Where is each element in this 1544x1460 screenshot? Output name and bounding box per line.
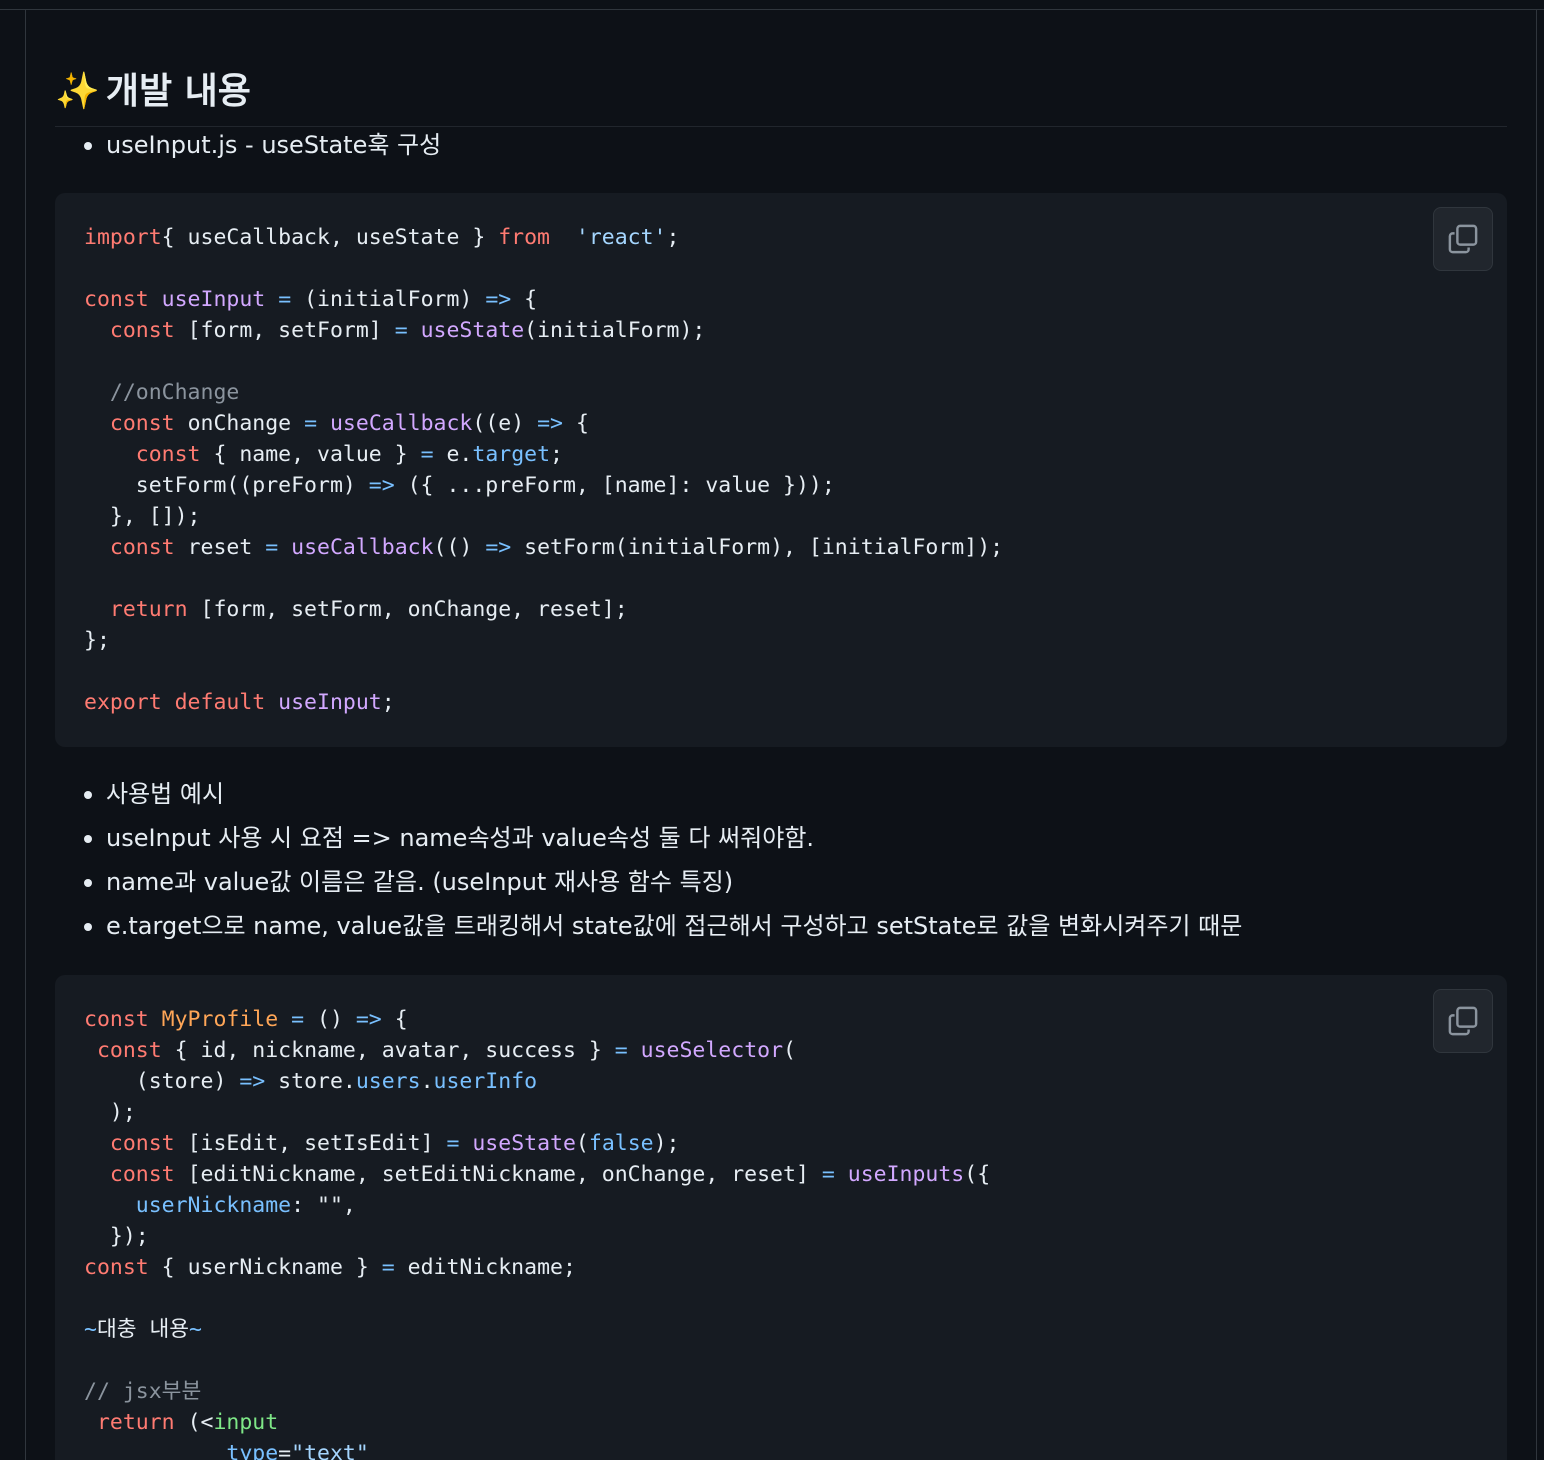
code-line: const reset = useCallback(() => setForm(… <box>109 535 1004 560</box>
code-line: userNickname: "", <box>135 1193 356 1218</box>
code-content: const MyProfile = () => { const { id, ni… <box>84 1004 990 1460</box>
code-line: const onChange = useCallback((e) => { <box>109 411 589 436</box>
code-line: (store) => store.users.userInfo <box>84 1069 538 1094</box>
copy-icon <box>1448 1006 1478 1036</box>
code-content: import{ useCallback, useState } from 're… <box>84 222 1003 718</box>
code-line: const { userNickname } = editNickname; <box>84 1255 576 1280</box>
code-line: const { name, value } = e.target; <box>135 442 563 467</box>
code-line: const useInput = (initialForm) => { <box>84 287 538 312</box>
code-line: export default useInput; <box>84 690 395 715</box>
list-item: 사용법 예시 <box>55 778 1242 810</box>
sparkles-icon: ✨ <box>55 70 100 112</box>
section-heading: ✨ 개발 내용 <box>55 68 1507 127</box>
code-line: }; <box>84 628 110 653</box>
code-line: //onChange <box>84 380 240 405</box>
code-block-myprofile: const MyProfile = () => { const { id, ni… <box>55 975 1507 1460</box>
list-item: e.target으로 name, value값을 트래킹해서 state값에 접… <box>55 910 1242 942</box>
code-line: const MyProfile = () => { <box>84 1007 408 1032</box>
code-line: }, []); <box>84 504 201 529</box>
bullet-list-top: useInput.js - useState훅 구성 <box>55 129 441 173</box>
code-block-useinput: import{ useCallback, useState } from 're… <box>55 193 1507 747</box>
bullet-list-middle: 사용법 예시 useInput 사용 시 요점 => name속성과 value… <box>55 778 1242 954</box>
list-item: name과 value값 이름은 같음. (useInput 재사용 함수 특징… <box>55 866 1242 898</box>
code-line: // jsx부분 <box>84 1379 202 1404</box>
code-line: const [editNickname, setEditNickname, on… <box>109 1162 991 1187</box>
code-line: return [form, setForm, onChange, reset]; <box>109 597 628 622</box>
code-line: ); <box>84 1100 136 1125</box>
code-line: const [form, setForm] = useState(initial… <box>109 318 706 343</box>
section-title: 개발 내용 <box>105 70 251 112</box>
copy-button[interactable] <box>1433 207 1493 271</box>
top-divider <box>0 0 1544 10</box>
code-line: return (<input <box>96 1410 279 1435</box>
copy-icon <box>1448 224 1478 254</box>
code-line: import{ useCallback, useState } from 're… <box>84 225 680 250</box>
copy-button[interactable] <box>1433 989 1493 1053</box>
list-item: useInput 사용 시 요점 => name속성과 value속성 둘 다 … <box>55 822 1242 854</box>
code-line: type="text" <box>226 1441 369 1460</box>
list-item: useInput.js - useState훅 구성 <box>55 129 441 161</box>
code-line: setForm((preForm) => ({ ...preForm, [nam… <box>84 473 835 498</box>
code-line: ~대충 내용~ <box>84 1317 202 1342</box>
code-line: }); <box>84 1224 149 1249</box>
code-line: const [isEdit, setIsEdit] = useState(fal… <box>109 1131 680 1156</box>
code-line: const { id, nickname, avatar, success } … <box>96 1038 796 1063</box>
